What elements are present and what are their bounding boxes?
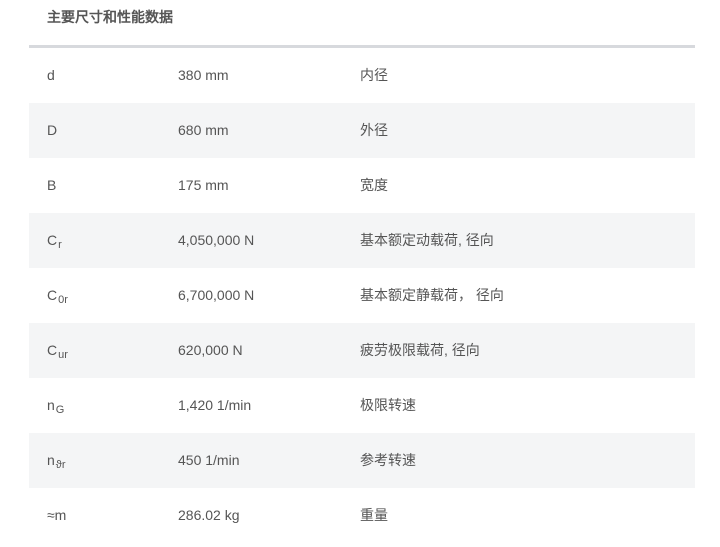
row-symbol: C0r: [47, 287, 68, 306]
row-symbol: B: [47, 177, 57, 193]
row-value: 380 mm: [178, 67, 229, 83]
row-description: 疲劳极限载荷, 径向: [360, 342, 480, 358]
row-value: 450 1/min: [178, 452, 240, 468]
row-symbol: D: [47, 122, 58, 138]
table-row: ≈m 286.02 kg 重量: [29, 488, 695, 543]
row-symbol: ≈m: [47, 507, 67, 523]
row-symbol: nϑr: [47, 452, 66, 471]
dimensions-table: d 380 mm 内径 D 680 mm 外径 B 175 mm 宽度 Cr 4…: [29, 48, 695, 543]
row-description: 基本额定静载荷， 径向: [360, 287, 504, 303]
row-description: 宽度: [360, 177, 388, 193]
row-value: 6,700,000 N: [178, 287, 255, 303]
row-value: 1,420 1/min: [178, 397, 252, 413]
table-row: D 680 mm 外径: [29, 103, 695, 158]
table-row: d 380 mm 内径: [29, 48, 695, 103]
row-description: 基本额定动载荷, 径向: [360, 232, 494, 248]
table-row: nG 1,420 1/min 极限转速: [29, 378, 695, 433]
row-value: 286.02 kg: [178, 507, 240, 523]
row-value: 4,050,000 N: [178, 232, 255, 248]
row-value: 680 mm: [178, 122, 229, 138]
row-description: 外径: [360, 122, 388, 138]
row-symbol: nG: [47, 397, 65, 416]
table-row: C0r 6,700,000 N 基本额定静载荷， 径向: [29, 268, 695, 323]
row-description: 内径: [360, 67, 388, 83]
row-symbol: Cur: [47, 342, 68, 361]
row-symbol: d: [47, 67, 55, 83]
row-description: 重量: [360, 507, 388, 523]
row-symbol: Cr: [47, 232, 62, 251]
table-row: Cur 620,000 N 疲劳极限载荷, 径向: [29, 323, 695, 378]
row-description: 极限转速: [360, 397, 416, 413]
table-row: B 175 mm 宽度: [29, 158, 695, 213]
table-row: Cr 4,050,000 N 基本额定动载荷, 径向: [29, 213, 695, 268]
table-row: nϑr 450 1/min 参考转速: [29, 433, 695, 488]
row-value: 620,000 N: [178, 342, 243, 358]
section-title: 主要尺寸和性能数据: [47, 9, 173, 25]
row-value: 175 mm: [178, 177, 229, 193]
row-description: 参考转速: [360, 452, 416, 468]
